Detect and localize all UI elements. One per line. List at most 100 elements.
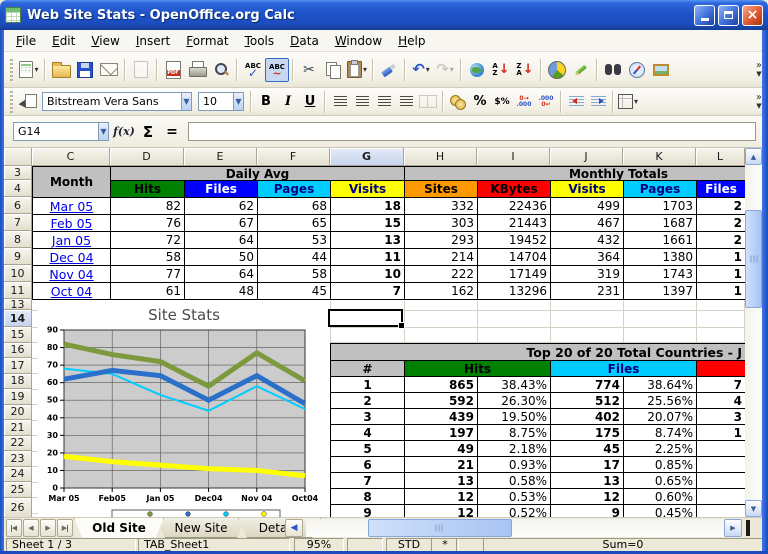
pages-cell[interactable]: 58 [258, 266, 331, 283]
minimize-button[interactable] [694, 5, 715, 26]
visits-cell[interactable]: 7 [331, 283, 405, 300]
row-header-23[interactable]: 23 [4, 451, 32, 467]
visits_m-cell[interactable]: 319 [551, 266, 624, 283]
row-header-21[interactable]: 21 [4, 420, 32, 436]
justify-button[interactable] [395, 91, 417, 113]
hits-cell[interactable]: 76 [111, 215, 185, 232]
sites-cell[interactable]: 162 [405, 283, 478, 300]
sites-cell[interactable]: 222 [405, 266, 478, 283]
print-button[interactable] [185, 58, 209, 82]
month-cell[interactable]: Feb 05 [33, 215, 111, 232]
visits_m-cell[interactable]: 467 [551, 215, 624, 232]
countries-kbytes-cell[interactable]: 1 [697, 425, 745, 441]
column-header-E[interactable]: E [184, 148, 257, 166]
row-header-26[interactable]: 26 [4, 498, 32, 518]
countries-hits-cell[interactable]: 592 [405, 393, 478, 409]
increase-indent-button[interactable] [587, 91, 609, 113]
countries-hits-cell[interactable]: 12 [405, 489, 478, 505]
zoom-level-field[interactable]: 95% [294, 538, 344, 552]
sites-cell[interactable]: 214 [405, 249, 478, 266]
visits_m-cell[interactable]: 499 [551, 198, 624, 215]
edit-file-button[interactable] [129, 58, 153, 82]
vertical-scrollbar[interactable]: ▲ ▼ [745, 148, 762, 517]
row-header-3[interactable]: 3 [4, 166, 32, 180]
daily-col-header-visits[interactable]: Visits [331, 181, 405, 198]
column-header-G[interactable]: G [330, 148, 404, 166]
row-header-19[interactable]: 19 [4, 389, 32, 405]
month-link[interactable]: Mar 05 [50, 199, 93, 214]
horizontal-scrollbar[interactable] [306, 519, 724, 537]
kbytes-cell[interactable]: 19452 [478, 232, 551, 249]
gallery-button[interactable] [649, 58, 673, 82]
menu-file[interactable]: File [8, 32, 44, 50]
menu-data[interactable]: Data [282, 32, 327, 50]
font-name-dropdown[interactable]: ▼ [181, 93, 191, 110]
menu-help[interactable]: Help [390, 32, 433, 50]
open-button[interactable] [49, 58, 73, 82]
undo-button[interactable]: ↶▾ [409, 58, 433, 82]
daily-col-header-hits[interactable]: Hits [111, 181, 185, 198]
countries-files_pct-cell[interactable]: 0.60% [624, 489, 697, 505]
month-link[interactable]: Oct 04 [51, 284, 93, 299]
kbytes-cell[interactable]: 22436 [478, 198, 551, 215]
currency-format-button[interactable] [447, 91, 469, 113]
month-cell[interactable]: Dec 04 [33, 249, 111, 266]
menu-insert[interactable]: Insert [128, 32, 178, 50]
sites-cell[interactable]: 293 [405, 232, 478, 249]
countries-hits-cell[interactable]: 197 [405, 425, 478, 441]
row-header-14[interactable]: 14 [4, 310, 32, 327]
countries-kbytes-cell[interactable] [697, 489, 745, 505]
countries-files-cell[interactable]: 9 [551, 505, 624, 517]
countries-files-header[interactable]: Files [551, 361, 697, 377]
files-cell[interactable]: 64 [185, 232, 258, 249]
countries-hits_pct-cell[interactable]: 2.18% [478, 441, 551, 457]
vertical-scroll-thumb[interactable] [745, 210, 762, 308]
countries-hits_pct-cell[interactable]: 0.52% [478, 505, 551, 517]
underline-button[interactable]: U [299, 91, 321, 113]
merge-cells-button[interactable] [417, 91, 439, 113]
countries-files-cell[interactable]: 512 [551, 393, 624, 409]
countries-hits-cell[interactable]: 13 [405, 473, 478, 489]
row-header-7[interactable]: 7 [4, 214, 32, 231]
horizontal-scroll-thumb[interactable] [368, 519, 512, 537]
previous-sheet-button[interactable]: ◀ [23, 519, 39, 537]
font-size-input[interactable] [199, 93, 233, 110]
daily-avg-header-cell[interactable]: Daily Avg [111, 167, 405, 181]
files-cell[interactable]: 50 [185, 249, 258, 266]
visits_m-cell[interactable]: 364 [551, 249, 624, 266]
visits-cell[interactable]: 10 [331, 266, 405, 283]
formula-input[interactable] [188, 122, 756, 141]
pages_m-cell[interactable]: 1380 [624, 249, 697, 266]
files-cell[interactable]: 62 [185, 198, 258, 215]
row-header-15[interactable]: 15 [4, 327, 32, 343]
scroll-down-button[interactable]: ▼ [745, 500, 762, 517]
visits_m-cell[interactable]: 432 [551, 232, 624, 249]
month-cell[interactable]: Nov 04 [33, 266, 111, 283]
borders-button[interactable]: ▾ [617, 91, 639, 113]
sum-button[interactable]: Σ [136, 121, 160, 143]
files_m-cell[interactable]: 2 [697, 215, 745, 232]
percent-format-button[interactable]: % [469, 91, 491, 113]
countries-rank-cell[interactable]: 5 [331, 441, 405, 457]
align-center-button[interactable] [351, 91, 373, 113]
month-link[interactable]: Jan 05 [52, 233, 91, 248]
rank-header-cell[interactable]: # [331, 361, 405, 377]
month-cell[interactable]: Oct 04 [33, 283, 111, 300]
bold-button[interactable]: B [255, 91, 277, 113]
new-document-button[interactable]: ▾ [17, 58, 41, 82]
row-header-13[interactable]: 13 [4, 299, 32, 310]
files_m-cell[interactable]: 2 [697, 198, 745, 215]
month-link[interactable]: Feb 05 [50, 216, 92, 231]
countries-kbytes-cell[interactable] [697, 457, 745, 473]
row-header-18[interactable]: 18 [4, 374, 32, 390]
autospellcheck-button[interactable]: ABC~ [265, 58, 289, 82]
sheet-area[interactable]: MonthDaily AvgMonthly TotalsHitsFilesPag… [32, 166, 745, 517]
italic-button[interactable]: I [277, 91, 299, 113]
countries-files-cell[interactable]: 17 [551, 457, 624, 473]
files_m-cell[interactable]: 1 [697, 283, 745, 300]
row-header-10[interactable]: 10 [4, 265, 32, 282]
hits-cell[interactable]: 72 [111, 232, 185, 249]
add-decimal-button[interactable]: 0→.000 [513, 91, 535, 113]
daily-col-header-files[interactable]: Files [185, 181, 258, 198]
decrease-indent-button[interactable] [565, 91, 587, 113]
